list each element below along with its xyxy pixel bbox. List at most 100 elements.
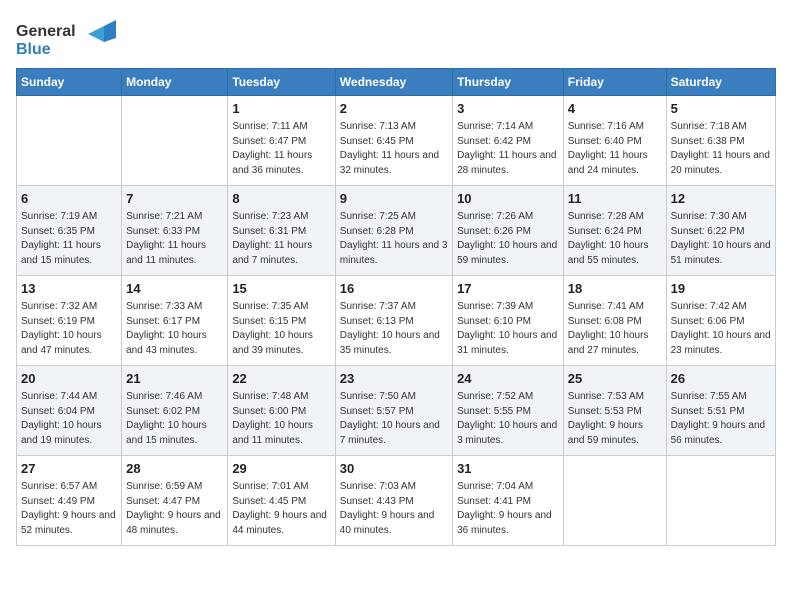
day-number: 1 xyxy=(232,100,330,118)
calendar-cell: 22Sunrise: 7:48 AMSunset: 6:00 PMDayligh… xyxy=(228,366,335,456)
day-info: Sunrise: 6:57 AMSunset: 4:49 PMDaylight:… xyxy=(21,480,117,538)
day-info: Sunrise: 7:26 AMSunset: 6:26 PMDaylight:… xyxy=(457,210,559,268)
day-info: Sunrise: 7:30 AMSunset: 6:22 PMDaylight:… xyxy=(671,210,771,268)
day-info: Sunrise: 7:32 AMSunset: 6:19 PMDaylight:… xyxy=(21,300,117,358)
calendar-cell: 5 Sunrise: 7:18 AMSunset: 6:38 PMDaylight… xyxy=(666,96,775,186)
calendar-cell: 1 Sunrise: 7:11 AMSunset: 6:47 PMDaylight… xyxy=(228,96,335,186)
day-number: 5 xyxy=(671,100,771,118)
day-number: 27 xyxy=(21,460,117,478)
weekday-header-friday: Friday xyxy=(563,69,666,96)
calendar-cell: 11 Sunrise: 7:28 AMSunset: 6:24 PMDayligh… xyxy=(563,186,666,276)
day-number: 21 xyxy=(126,370,223,388)
day-number: 26 xyxy=(671,370,771,388)
day-number: 28 xyxy=(126,460,223,478)
day-info: Sunrise: 7:13 AMSunset: 6:45 PMDaylight:… xyxy=(340,120,448,178)
day-info: Sunrise: 7:39 AMSunset: 6:10 PMDaylight:… xyxy=(457,300,559,358)
logo: General Blue xyxy=(16,16,126,60)
day-number: 25 xyxy=(568,370,662,388)
calendar-cell: 2Sunrise: 7:13 AMSunset: 6:45 PMDaylight… xyxy=(335,96,452,186)
day-number: 17 xyxy=(457,280,559,298)
day-number: 10 xyxy=(457,190,559,208)
day-info: Sunrise: 7:11 AMSunset: 6:47 PMDaylight:… xyxy=(232,120,330,178)
svg-text:Blue: Blue xyxy=(16,41,51,58)
day-info: Sunrise: 7:23 AMSunset: 6:31 PMDaylight:… xyxy=(232,210,330,268)
weekday-header-thursday: Thursday xyxy=(453,69,564,96)
day-info: Sunrise: 7:04 AMSunset: 4:41 PMDaylight:… xyxy=(457,480,559,538)
calendar-cell: 6Sunrise: 7:19 AMSunset: 6:35 PMDaylight… xyxy=(17,186,122,276)
day-number: 11 xyxy=(568,190,662,208)
calendar-cell: 26 Sunrise: 7:55 AMSunset: 5:51 PMDayligh… xyxy=(666,366,775,456)
calendar-cell: 10 Sunrise: 7:26 AMSunset: 6:26 PMDayligh… xyxy=(453,186,564,276)
calendar-cell: 15 Sunrise: 7:35 AMSunset: 6:15 PMDayligh… xyxy=(228,276,335,366)
day-info: Sunrise: 7:41 AMSunset: 6:08 PMDaylight:… xyxy=(568,300,662,358)
day-info: Sunrise: 7:14 AMSunset: 6:42 PMDaylight:… xyxy=(457,120,559,178)
calendar-cell: 7 Sunrise: 7:21 AMSunset: 6:33 PMDaylight… xyxy=(122,186,228,276)
logo-svg: General Blue xyxy=(16,16,126,60)
calendar-cell: 23 Sunrise: 7:50 AMSunset: 5:57 PMDayligh… xyxy=(335,366,452,456)
week-row-4: 20Sunrise: 7:44 AMSunset: 6:04 PMDayligh… xyxy=(17,366,776,456)
week-row-1: 1 Sunrise: 7:11 AMSunset: 6:47 PMDaylight… xyxy=(17,96,776,186)
calendar-cell: 12 Sunrise: 7:30 AMSunset: 6:22 PMDayligh… xyxy=(666,186,775,276)
calendar-cell: 3 Sunrise: 7:14 AMSunset: 6:42 PMDaylight… xyxy=(453,96,564,186)
calendar-cell: 14 Sunrise: 7:33 AMSunset: 6:17 PMDayligh… xyxy=(122,276,228,366)
day-info: Sunrise: 7:16 AMSunset: 6:40 PMDaylight:… xyxy=(568,120,662,178)
calendar-cell: 20Sunrise: 7:44 AMSunset: 6:04 PMDayligh… xyxy=(17,366,122,456)
weekday-header-sunday: Sunday xyxy=(17,69,122,96)
calendar-cell: 13 Sunrise: 7:32 AMSunset: 6:19 PMDayligh… xyxy=(17,276,122,366)
day-info: Sunrise: 7:01 AMSunset: 4:45 PMDaylight:… xyxy=(232,480,330,538)
day-info: Sunrise: 7:18 AMSunset: 6:38 PMDaylight:… xyxy=(671,120,771,178)
calendar-table: SundayMondayTuesdayWednesdayThursdayFrid… xyxy=(16,68,776,546)
calendar-cell: 8 Sunrise: 7:23 AMSunset: 6:31 PMDaylight… xyxy=(228,186,335,276)
page-header: General Blue xyxy=(16,16,776,60)
day-number: 7 xyxy=(126,190,223,208)
day-info: Sunrise: 7:46 AMSunset: 6:02 PMDaylight:… xyxy=(126,390,223,448)
calendar-cell: 17 Sunrise: 7:39 AMSunset: 6:10 PMDayligh… xyxy=(453,276,564,366)
day-number: 14 xyxy=(126,280,223,298)
day-info: Sunrise: 7:52 AMSunset: 5:55 PMDaylight:… xyxy=(457,390,559,448)
day-info: Sunrise: 7:33 AMSunset: 6:17 PMDaylight:… xyxy=(126,300,223,358)
day-number: 29 xyxy=(232,460,330,478)
weekday-header-tuesday: Tuesday xyxy=(228,69,335,96)
weekday-header-monday: Monday xyxy=(122,69,228,96)
calendar-cell xyxy=(122,96,228,186)
calendar-cell: 27 Sunrise: 6:57 AMSunset: 4:49 PMDayligh… xyxy=(17,456,122,546)
calendar-cell: 25 Sunrise: 7:53 AMSunset: 5:53 PMDayligh… xyxy=(563,366,666,456)
svg-text:General: General xyxy=(16,23,76,40)
calendar-cell xyxy=(563,456,666,546)
day-info: Sunrise: 7:50 AMSunset: 5:57 PMDaylight:… xyxy=(340,390,448,448)
weekday-header-saturday: Saturday xyxy=(666,69,775,96)
day-number: 12 xyxy=(671,190,771,208)
calendar-cell: 16Sunrise: 7:37 AMSunset: 6:13 PMDayligh… xyxy=(335,276,452,366)
day-info: Sunrise: 6:59 AMSunset: 4:47 PMDaylight:… xyxy=(126,480,223,538)
calendar-cell: 24Sunrise: 7:52 AMSunset: 5:55 PMDayligh… xyxy=(453,366,564,456)
day-number: 15 xyxy=(232,280,330,298)
day-info: Sunrise: 7:19 AMSunset: 6:35 PMDaylight:… xyxy=(21,210,117,268)
calendar-cell: 31Sunrise: 7:04 AMSunset: 4:41 PMDayligh… xyxy=(453,456,564,546)
week-row-3: 13 Sunrise: 7:32 AMSunset: 6:19 PMDayligh… xyxy=(17,276,776,366)
day-number: 18 xyxy=(568,280,662,298)
calendar-cell: 30Sunrise: 7:03 AMSunset: 4:43 PMDayligh… xyxy=(335,456,452,546)
day-info: Sunrise: 7:28 AMSunset: 6:24 PMDaylight:… xyxy=(568,210,662,268)
day-number: 13 xyxy=(21,280,117,298)
day-info: Sunrise: 7:25 AMSunset: 6:28 PMDaylight:… xyxy=(340,210,448,268)
day-number: 23 xyxy=(340,370,448,388)
day-number: 8 xyxy=(232,190,330,208)
day-info: Sunrise: 7:53 AMSunset: 5:53 PMDaylight:… xyxy=(568,390,662,448)
day-number: 22 xyxy=(232,370,330,388)
day-number: 3 xyxy=(457,100,559,118)
week-row-2: 6Sunrise: 7:19 AMSunset: 6:35 PMDaylight… xyxy=(17,186,776,276)
calendar-cell: 28 Sunrise: 6:59 AMSunset: 4:47 PMDayligh… xyxy=(122,456,228,546)
day-info: Sunrise: 7:21 AMSunset: 6:33 PMDaylight:… xyxy=(126,210,223,268)
week-row-5: 27 Sunrise: 6:57 AMSunset: 4:49 PMDayligh… xyxy=(17,456,776,546)
weekday-header-row: SundayMondayTuesdayWednesdayThursdayFrid… xyxy=(17,69,776,96)
day-info: Sunrise: 7:35 AMSunset: 6:15 PMDaylight:… xyxy=(232,300,330,358)
day-number: 20 xyxy=(21,370,117,388)
calendar-cell xyxy=(666,456,775,546)
calendar-cell: 9 Sunrise: 7:25 AMSunset: 6:28 PMDaylight… xyxy=(335,186,452,276)
day-info: Sunrise: 7:42 AMSunset: 6:06 PMDaylight:… xyxy=(671,300,771,358)
day-number: 9 xyxy=(340,190,448,208)
calendar-cell: 21 Sunrise: 7:46 AMSunset: 6:02 PMDayligh… xyxy=(122,366,228,456)
calendar-cell xyxy=(17,96,122,186)
day-info: Sunrise: 7:55 AMSunset: 5:51 PMDaylight:… xyxy=(671,390,771,448)
day-number: 30 xyxy=(340,460,448,478)
